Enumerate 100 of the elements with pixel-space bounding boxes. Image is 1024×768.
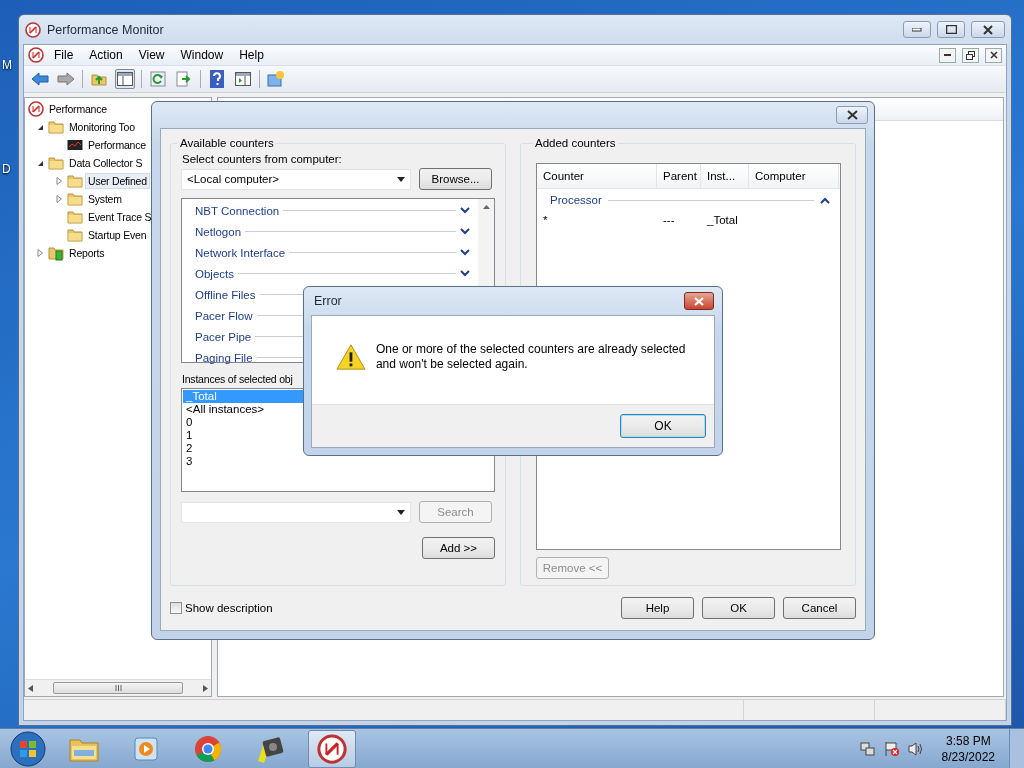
tree-item[interactable]: Event Trace S <box>86 210 154 224</box>
dropdown-caret-icon[interactable] <box>397 509 405 515</box>
menu-item[interactable]: Window <box>174 47 230 63</box>
folder-icon <box>67 191 83 207</box>
minimize-button[interactable] <box>939 47 956 63</box>
counter-category[interactable]: Objects <box>195 267 234 280</box>
column-header[interactable]: Inst... <box>701 164 749 188</box>
menu-item[interactable]: View <box>132 47 171 63</box>
expand-chevron-icon[interactable] <box>460 228 470 235</box>
scroll-right-icon[interactable] <box>203 684 208 692</box>
grip-icon[interactable] <box>114 685 122 691</box>
close-button[interactable] <box>836 106 868 124</box>
collapse-chevron-icon[interactable] <box>820 196 830 204</box>
maximize-icon <box>945 25 957 34</box>
folder-icon <box>48 119 64 135</box>
restore-button[interactable] <box>962 47 979 63</box>
dropdown-caret-icon[interactable] <box>397 176 405 182</box>
close-icon <box>846 110 858 120</box>
window-icon[interactable] <box>267 70 285 88</box>
close-button[interactable] <box>985 47 1002 63</box>
error-message: One or more of the selected counters are already selected and won't be selected again. <box>375 342 687 372</box>
close-button[interactable] <box>971 21 1005 38</box>
dialog-button[interactable]: OK <box>702 597 775 619</box>
group-header[interactable]: Processor <box>550 194 602 206</box>
folder-icon <box>67 227 83 243</box>
checkbox[interactable] <box>170 602 182 614</box>
desktop-icon-label[interactable]: D <box>2 162 11 176</box>
counter-category[interactable]: Pacer Pipe <box>195 330 252 343</box>
browser-icon <box>193 733 223 764</box>
counter-category[interactable]: Offline Files <box>195 288 256 301</box>
network-icon[interactable] <box>859 740 876 757</box>
collapsed-arrow-icon[interactable] <box>54 194 64 204</box>
menu-item[interactable]: Action <box>83 47 129 63</box>
export-icon[interactable] <box>176 71 192 87</box>
gauge-icon <box>317 733 347 764</box>
horizontal-scrollbar[interactable] <box>25 679 211 696</box>
tree-item[interactable]: System <box>86 192 124 206</box>
field-label: Select counters from computer: <box>182 153 343 165</box>
dialog-button[interactable]: Cancel <box>783 597 856 619</box>
help-icon[interactable] <box>210 70 224 88</box>
clock-time: 3:58 PM <box>945 732 991 749</box>
tree-item[interactable]: Performance <box>86 138 148 152</box>
ok-button[interactable]: OK <box>620 414 706 438</box>
column-header[interactable]: Computer <box>749 164 839 188</box>
counter-category[interactable]: Netlogon <box>195 225 242 238</box>
collapsed-arrow-icon[interactable] <box>54 176 64 186</box>
refresh-icon[interactable] <box>150 71 166 87</box>
collapsed-arrow-icon[interactable] <box>35 248 45 258</box>
forward-arrow-icon[interactable] <box>57 72 75 86</box>
tree-item[interactable]: Monitoring Too <box>67 120 137 134</box>
flag-icon[interactable] <box>883 740 900 757</box>
desktop-icon-label[interactable]: M <box>2 58 12 72</box>
close-icon <box>989 51 998 59</box>
browse-button[interactable]: Browse... <box>419 168 492 190</box>
clock[interactable]: 3:58 PM 8/23/2022 <box>941 732 995 765</box>
folder-up-icon[interactable] <box>91 71 107 87</box>
window-title: Performance Monitor <box>47 22 164 37</box>
counter-category[interactable]: NBT Connection <box>195 204 280 217</box>
tree-item[interactable]: Performance <box>47 102 109 116</box>
add-button[interactable]: Add >> <box>422 537 495 559</box>
counter-category[interactable]: Paging File <box>195 351 253 364</box>
media-player-icon <box>132 734 160 763</box>
start-button[interactable] <box>10 730 46 767</box>
expand-chevron-icon[interactable] <box>460 270 470 277</box>
pane-icon[interactable] <box>235 72 251 86</box>
speaker-icon[interactable] <box>907 740 924 757</box>
gauge-icon <box>28 101 44 117</box>
table-cell: --- <box>663 214 675 226</box>
tree-item[interactable]: Data Collector S <box>67 156 145 170</box>
dialog-button[interactable]: Help <box>621 597 694 619</box>
restore-icon <box>966 50 975 60</box>
counter-category[interactable]: Network Interface <box>195 246 286 259</box>
tree-pane-icon[interactable] <box>117 72 133 86</box>
table-cell: * <box>543 214 548 226</box>
folder-icon <box>67 173 83 189</box>
tree-item[interactable]: User Defined <box>86 174 149 188</box>
tree-item[interactable]: Reports <box>67 246 107 260</box>
report-folder-icon <box>48 245 64 261</box>
close-icon <box>694 296 704 306</box>
menu-item[interactable]: File <box>48 47 80 63</box>
computer-dropdown[interactable]: <Local computer> <box>181 168 411 190</box>
expand-chevron-icon[interactable] <box>460 249 470 256</box>
column-header[interactable]: Counter <box>537 164 657 188</box>
close-button[interactable] <box>684 292 714 310</box>
counter-category[interactable]: Pacer Flow <box>195 309 253 322</box>
dialog-title: Error <box>314 294 342 308</box>
scroll-left-icon[interactable] <box>28 684 33 692</box>
column-header[interactable]: Parent <box>657 164 701 188</box>
menu-item[interactable]: Help <box>233 47 270 63</box>
back-arrow-icon[interactable] <box>31 72 49 86</box>
table-cell: _Total <box>707 214 738 226</box>
instance-item[interactable]: 3 <box>183 455 493 468</box>
expand-chevron-icon[interactable] <box>460 207 470 214</box>
folder-icon <box>48 155 64 171</box>
scroll-up-icon[interactable] <box>482 205 490 209</box>
taskbar-button[interactable] <box>308 729 356 768</box>
minimize-icon <box>944 53 951 57</box>
group-title: Added counters <box>534 137 617 149</box>
maximize-button[interactable] <box>937 21 965 38</box>
tree-item[interactable]: Startup Even <box>86 228 149 242</box>
